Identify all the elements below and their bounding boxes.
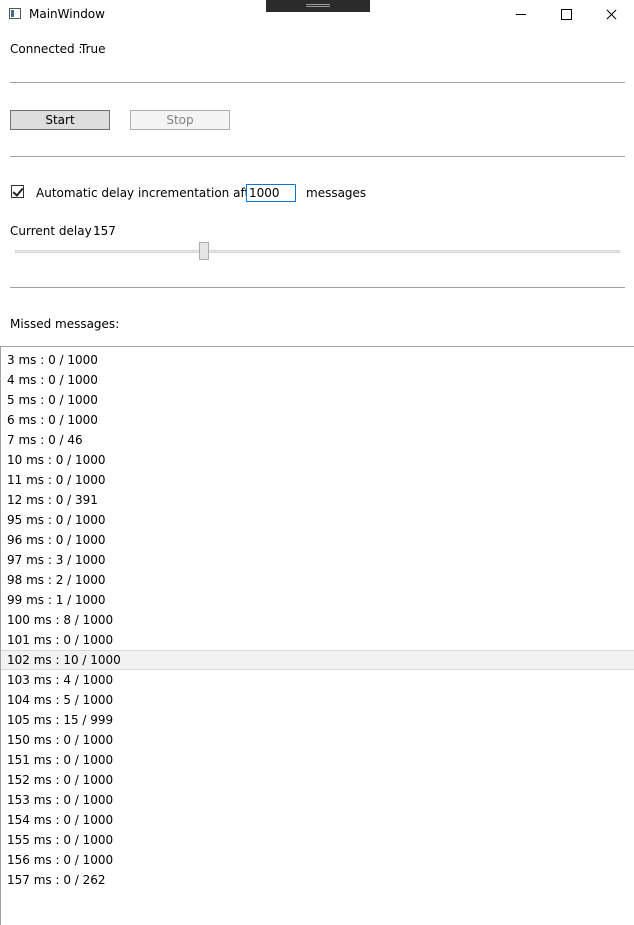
minimize-button[interactable] bbox=[498, 0, 544, 29]
list-item[interactable]: 3 ms : 0 / 1000 bbox=[1, 350, 634, 370]
separator bbox=[10, 82, 625, 83]
connected-value: True bbox=[80, 42, 106, 56]
window-title: MainWindow bbox=[29, 7, 105, 21]
messages-label: messages bbox=[306, 186, 367, 200]
auto-delay-label: Automatic delay incrementation after bbox=[36, 186, 262, 200]
drag-grip-handle[interactable] bbox=[266, 0, 370, 12]
list-item[interactable]: 95 ms : 0 / 1000 bbox=[1, 510, 634, 530]
list-item[interactable]: 7 ms : 0 / 46 bbox=[1, 430, 634, 450]
list-item[interactable]: 105 ms : 15 / 999 bbox=[1, 710, 634, 730]
title-bar: MainWindow bbox=[0, 0, 634, 29]
list-item[interactable]: 5 ms : 0 / 1000 bbox=[1, 390, 634, 410]
missed-messages-label: Missed messages: bbox=[10, 317, 120, 331]
auto-delay-checkbox[interactable] bbox=[11, 185, 24, 198]
list-item[interactable]: 6 ms : 0 / 1000 bbox=[1, 410, 634, 430]
list-item[interactable]: 97 ms : 3 / 1000 bbox=[1, 550, 634, 570]
list-item[interactable]: 152 ms : 0 / 1000 bbox=[1, 770, 634, 790]
list-item[interactable]: 10 ms : 0 / 1000 bbox=[1, 450, 634, 470]
start-button[interactable]: Start bbox=[10, 110, 110, 130]
list-item[interactable]: 12 ms : 0 / 391 bbox=[1, 490, 634, 510]
list-item[interactable]: 153 ms : 0 / 1000 bbox=[1, 790, 634, 810]
separator bbox=[10, 287, 625, 288]
list-item[interactable]: 151 ms : 0 / 1000 bbox=[1, 750, 634, 770]
list-item[interactable]: 150 ms : 0 / 1000 bbox=[1, 730, 634, 750]
list-item[interactable]: 156 ms : 0 / 1000 bbox=[1, 850, 634, 870]
delay-slider-track[interactable] bbox=[15, 250, 620, 253]
list-item[interactable]: 99 ms : 1 / 1000 bbox=[1, 590, 634, 610]
list-item[interactable]: 154 ms : 0 / 1000 bbox=[1, 810, 634, 830]
separator bbox=[10, 156, 625, 157]
list-item[interactable]: 101 ms : 0 / 1000 bbox=[1, 630, 634, 650]
message-count-input[interactable]: 1000 bbox=[246, 184, 296, 202]
list-item[interactable]: 4 ms : 0 / 1000 bbox=[1, 370, 634, 390]
list-item[interactable]: 155 ms : 0 / 1000 bbox=[1, 830, 634, 850]
list-item[interactable]: 157 ms : 0 / 262 bbox=[1, 870, 634, 890]
missed-messages-list[interactable]: 3 ms : 0 / 1000 4 ms : 0 / 1000 5 ms : 0 /… bbox=[0, 346, 634, 925]
list-item[interactable]: 104 ms : 5 / 1000 bbox=[1, 690, 634, 710]
list-item[interactable]: 103 ms : 4 / 1000 bbox=[1, 670, 634, 690]
connected-label: Connected : bbox=[10, 42, 83, 56]
current-delay-value: 157 bbox=[93, 224, 116, 238]
list-item[interactable]: 98 ms : 2 / 1000 bbox=[1, 570, 634, 590]
close-button[interactable] bbox=[588, 0, 634, 29]
list-item[interactable]: 11 ms : 0 / 1000 bbox=[1, 470, 634, 490]
stop-button[interactable]: Stop bbox=[130, 110, 230, 130]
delay-slider-thumb[interactable] bbox=[199, 242, 210, 260]
list-item[interactable]: 102 ms : 10 / 1000 bbox=[1, 650, 634, 670]
current-delay-label: Current delay : bbox=[10, 224, 100, 238]
app-window-icon bbox=[9, 8, 21, 19]
maximize-button[interactable] bbox=[543, 0, 589, 29]
list-item[interactable]: 100 ms : 8 / 1000 bbox=[1, 610, 634, 630]
list-item[interactable]: 96 ms : 0 / 1000 bbox=[1, 530, 634, 550]
